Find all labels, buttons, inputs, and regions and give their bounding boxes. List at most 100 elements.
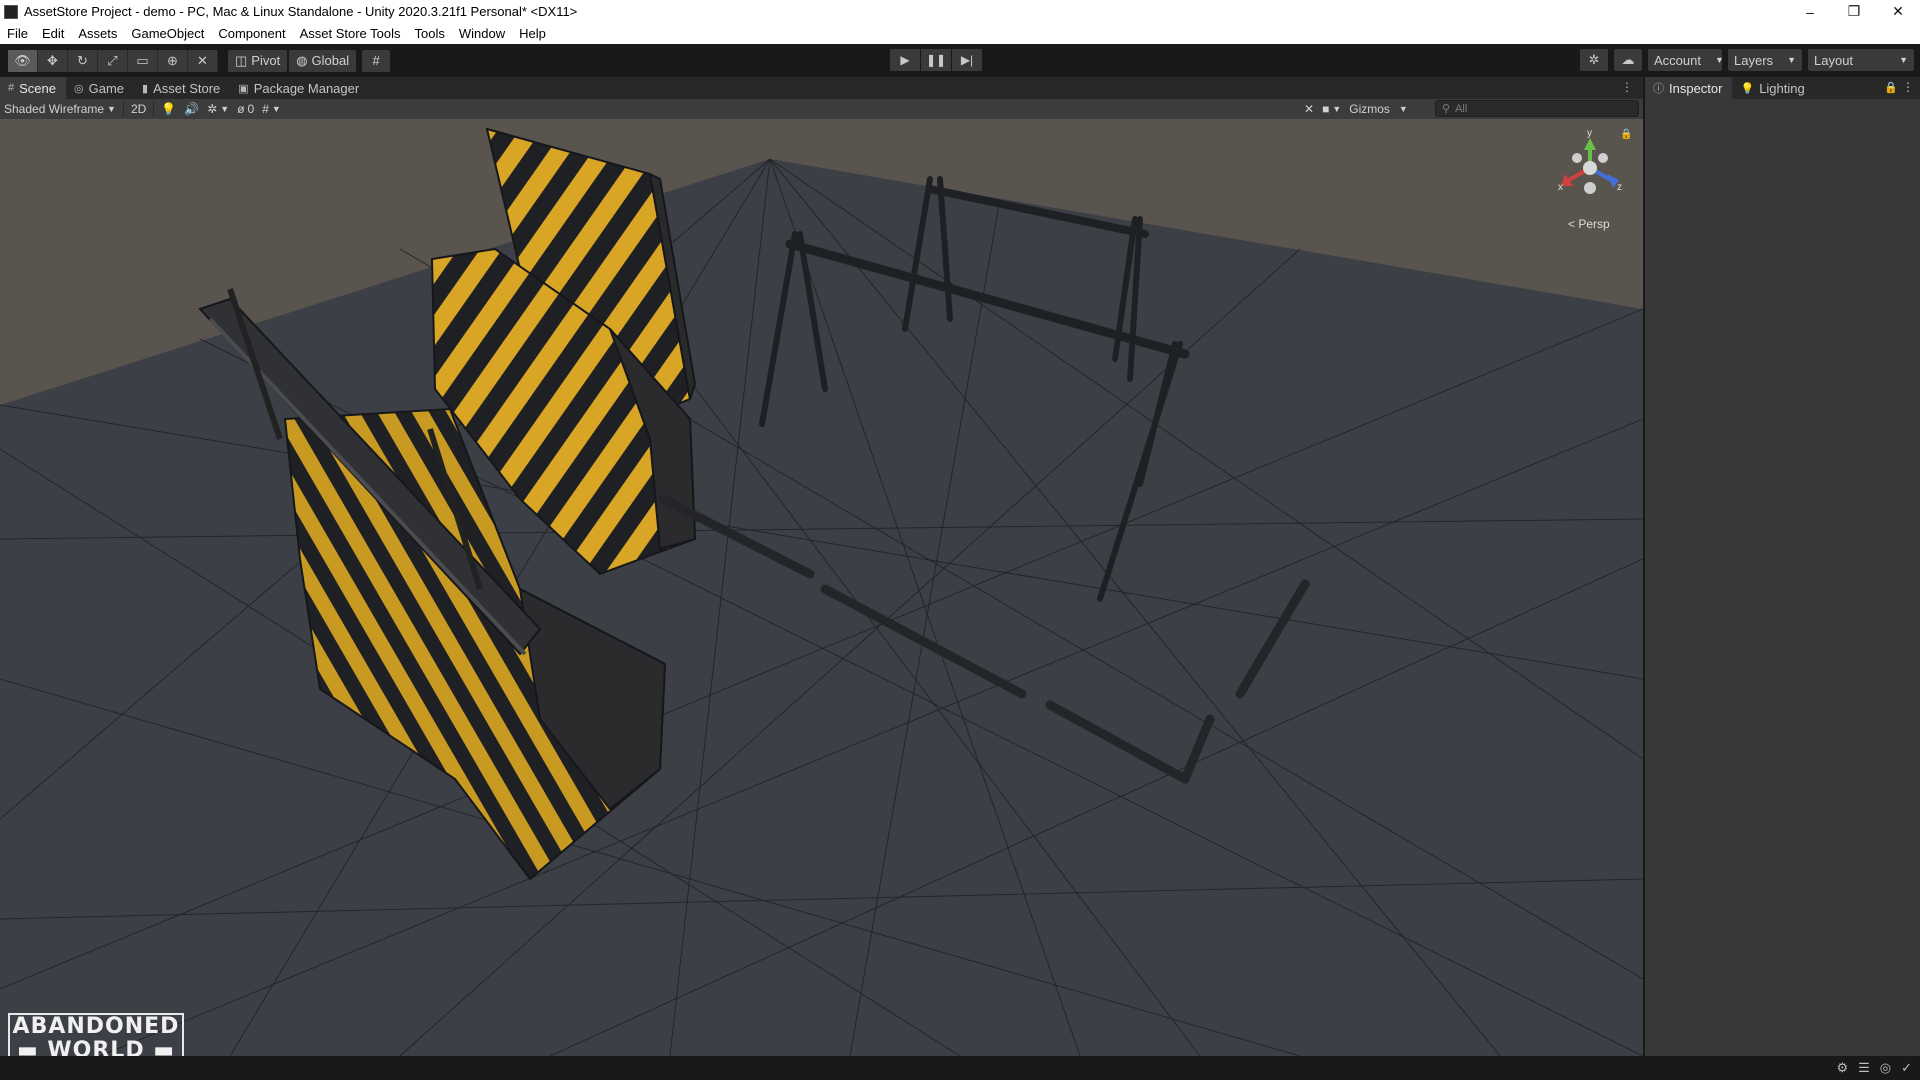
global-toggle[interactable]: ◍ Global (289, 49, 357, 72)
step-button[interactable]: ▶| (952, 49, 982, 71)
camera-settings-dropdown[interactable]: ■ ▼ (1318, 100, 1345, 118)
gizmos-dropdown[interactable]: Gizmos ▼ (1345, 100, 1412, 118)
projection-toggle[interactable]: < Persp (1568, 217, 1610, 231)
tab-inspector[interactable]: ⓘ Inspector (1645, 77, 1733, 99)
console-icon[interactable]: ☰ (1858, 1060, 1870, 1076)
lighting-toggle-icon[interactable]: 💡 (157, 100, 180, 118)
scale-tool-icon[interactable]: ⤢ (98, 49, 128, 72)
tab-label: Package Manager (253, 80, 360, 96)
unity-logo-icon (4, 4, 18, 19)
pivot-toggle[interactable]: ◫ Pivot (228, 49, 288, 72)
toolbar-right: ✲ ☁ Account ▼ Layers ▼ Layout ▼ (1580, 49, 1914, 71)
menu-help[interactable]: Help (512, 26, 553, 41)
network-icon[interactable]: ◎ (1880, 1060, 1891, 1076)
menu-file[interactable]: File (0, 26, 35, 41)
rotate-tool-icon[interactable]: ↻ (68, 49, 98, 72)
status-bar: ⚙ ☰ ◎ ✓ (0, 1056, 1920, 1080)
move-tool-icon[interactable]: ✥ (38, 49, 68, 72)
logo-line-1: ABANDONED (12, 1014, 180, 1039)
axis-z-label: z (1617, 182, 1622, 193)
cloud-icon[interactable]: ☁ (1614, 49, 1642, 71)
tab-game[interactable]: ◎ Game (66, 77, 134, 99)
draw-mode-label: Shaded Wireframe (4, 102, 105, 116)
lock-icon[interactable]: 🔒 (1884, 81, 1898, 94)
view-tool-icon[interactable]: 👁 (8, 49, 38, 72)
audio-toggle-icon[interactable]: 🔊 (180, 100, 203, 118)
play-button[interactable]: ▶ (890, 49, 920, 71)
status-icons: ⚙ ☰ ◎ ✓ (1836, 1060, 1912, 1076)
menu-tools[interactable]: Tools (408, 26, 452, 41)
grid-snap-button[interactable]: # (362, 49, 391, 72)
title-bar: AssetStore Project - demo - PC, Mac & Li… (0, 0, 1920, 23)
menu-edit[interactable]: Edit (35, 26, 71, 41)
axis-y-label: y (1587, 128, 1592, 139)
more-options-icon[interactable]: ⋮ (1621, 80, 1633, 94)
tab-label: Game (88, 80, 125, 96)
chevron-down-icon: ▼ (1398, 104, 1408, 114)
eye-slash-icon: ø (237, 102, 245, 116)
collab-icon[interactable]: ✲ (1580, 49, 1608, 71)
axis-y-cone (1584, 138, 1596, 150)
scene-icon: # (8, 82, 15, 94)
chevron-down-icon: ▼ (1787, 55, 1796, 65)
menu-asset-store-tools[interactable]: Asset Store Tools (293, 26, 408, 41)
menu-gameobject[interactable]: GameObject (124, 26, 211, 41)
scene-search-input[interactable]: ⚲ All (1435, 100, 1639, 117)
minimize-button[interactable]: – (1788, 0, 1832, 23)
scene-tab-bar: # Scene ◎ Game ▮ Asset Store ▣ Package M… (0, 77, 1643, 99)
layers-label: Layers (1734, 52, 1774, 68)
effects-toggle-icon[interactable]: ✲ ▼ (203, 100, 233, 118)
pause-button[interactable]: ❚❚ (921, 49, 951, 71)
menu-component[interactable]: Component (211, 26, 292, 41)
shopping-bag-icon: ▮ (142, 82, 149, 95)
maximize-button[interactable]: ❐ (1832, 0, 1876, 23)
chevron-down-icon: ▼ (1714, 55, 1724, 65)
lightbulb-icon: 💡 (1740, 82, 1755, 95)
tab-package-manager[interactable]: ▣ Package Manager (230, 77, 369, 99)
check-icon[interactable]: ✓ (1901, 1060, 1912, 1076)
scene-control-bar: Shaded Wireframe ▼ 2D 💡 🔊 ✲ ▼ ø 0 # ▼ ✕ … (0, 99, 1643, 119)
hidden-objects-toggle[interactable]: ø 0 (233, 100, 258, 118)
transform-tool-icon[interactable]: ⊕ (158, 49, 188, 72)
chevron-down-icon: ▼ (1332, 104, 1342, 114)
layers-dropdown[interactable]: Layers ▼ (1728, 49, 1802, 71)
chevron-down-icon: ▼ (1899, 55, 1908, 65)
more-options-icon[interactable]: ⋮ (1902, 80, 1914, 94)
transform-tools: 👁 ✥ ↻ ⤢ ▭ ⊕ ✕ (8, 49, 218, 72)
grid-toggle[interactable]: # ▼ (258, 100, 285, 118)
tab-lighting[interactable]: 💡 Lighting (1732, 77, 1814, 99)
menu-assets[interactable]: Assets (71, 26, 124, 41)
tab-label: Scene (19, 80, 56, 96)
gizmos-label: Gizmos (1349, 102, 1390, 116)
bug-icon[interactable]: ⚙ (1836, 1060, 1848, 1076)
account-dropdown[interactable]: Account ▼ (1648, 49, 1724, 71)
tab-scene[interactable]: # Scene (0, 77, 66, 99)
tab-label: Asset Store (153, 80, 221, 96)
custom-tool-icon[interactable]: ✕ (188, 49, 218, 72)
lock-icon[interactable]: 🔒 (1620, 129, 1632, 140)
menu-window[interactable]: Window (452, 26, 512, 41)
toggle-2d-button[interactable]: 2D (127, 100, 150, 118)
divider (153, 101, 155, 117)
pivot-icon: ◫ (235, 52, 248, 68)
main-toolbar: 👁 ✥ ↻ ⤢ ▭ ⊕ ✕ ◫ Pivot ◍ Global # ▶ ❚❚ ▶|… (0, 44, 1920, 77)
rect-tool-icon[interactable]: ▭ (128, 49, 158, 72)
draw-mode-dropdown[interactable]: Shaded Wireframe ▼ (0, 100, 120, 118)
gizmo-center (1583, 161, 1597, 175)
layout-label: Layout (1814, 52, 1854, 68)
camera-icon: ■ (1322, 102, 1330, 116)
hidden-count: 0 (247, 102, 255, 116)
scene-viewport[interactable]: y x z 🔒 < Persp ABANDONED ▬ WORLD ▬ (0, 119, 1643, 1056)
unity-editor: AssetStore Project - demo - PC, Mac & Li… (0, 0, 1920, 1080)
scene-right-tools: ✕ ■ ▼ Gizmos ▼ (1300, 99, 1412, 119)
layout-dropdown[interactable]: Layout ▼ (1808, 49, 1914, 71)
account-label: Account (1654, 52, 1701, 68)
orientation-gizmo[interactable]: y x z (1555, 128, 1625, 228)
tab-asset-store[interactable]: ▮ Asset Store (134, 77, 230, 99)
info-icon: ⓘ (1653, 83, 1664, 95)
chevron-down-icon: ▼ (271, 104, 281, 114)
tools-icon[interactable]: ✕ (1300, 100, 1318, 118)
play-controls: ▶ ❚❚ ▶| (890, 49, 982, 71)
close-button[interactable]: ✕ (1876, 0, 1920, 23)
menu-bar: File Edit Assets GameObject Component As… (0, 23, 1920, 44)
